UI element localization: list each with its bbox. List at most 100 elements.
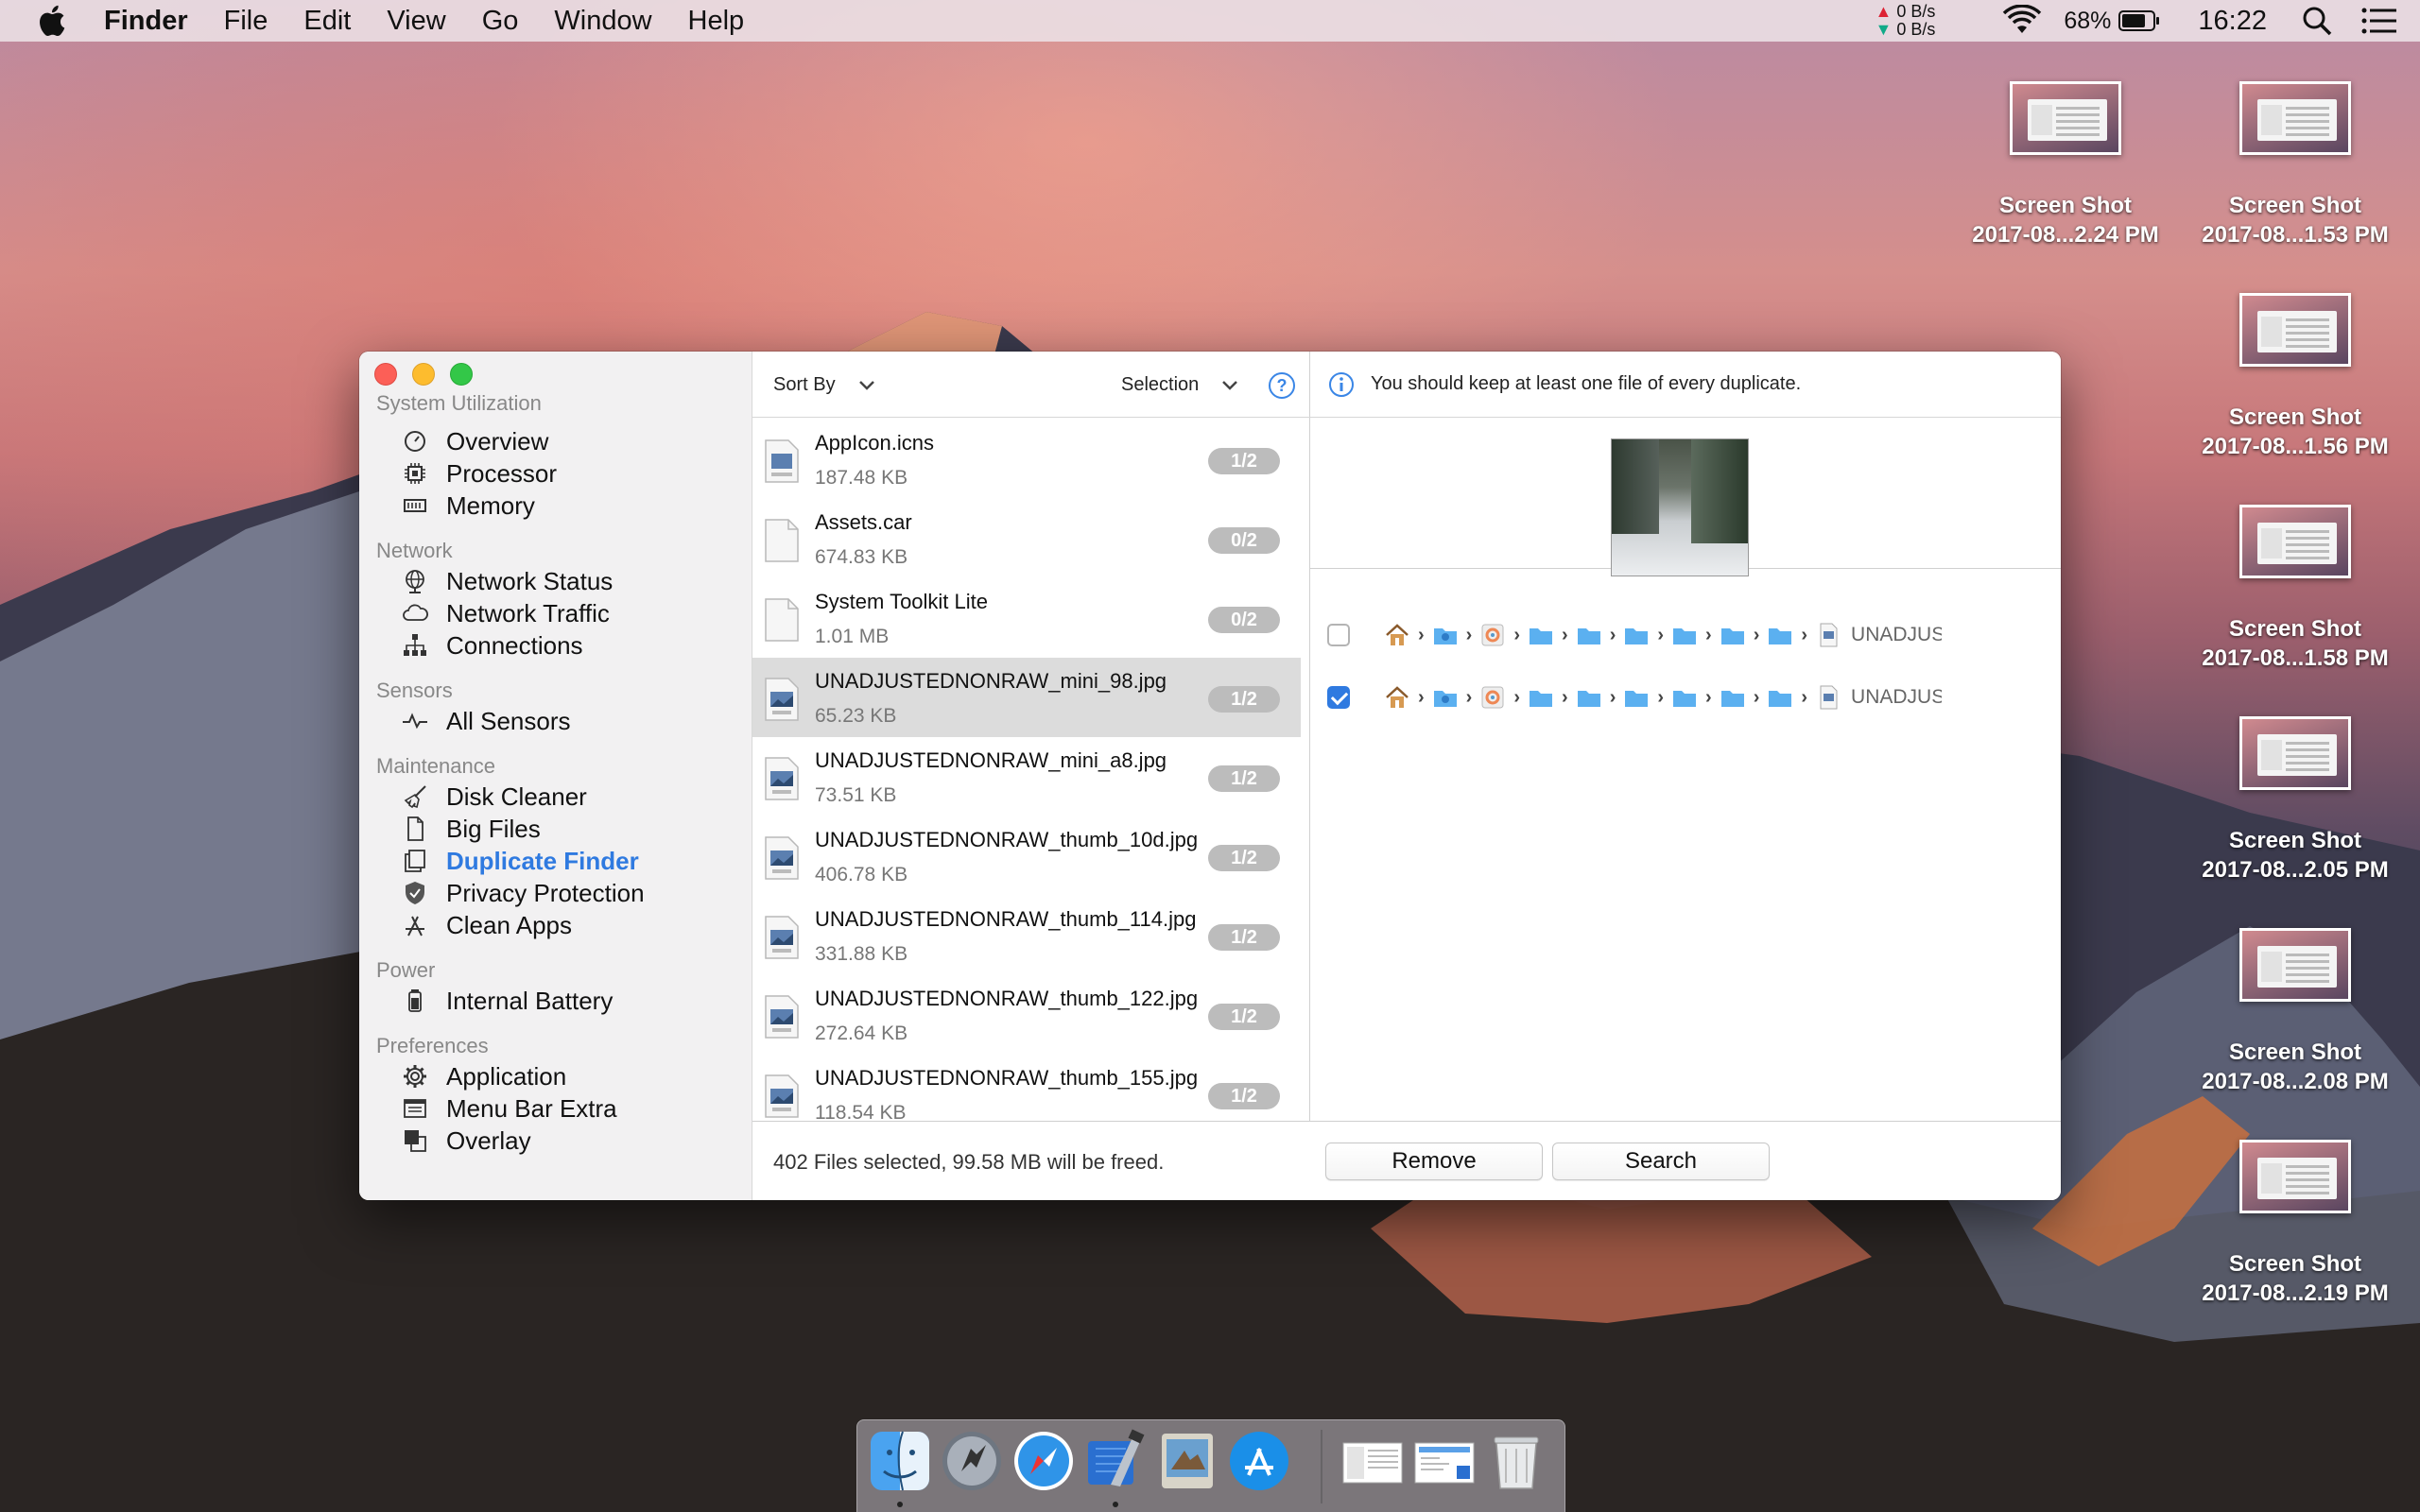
sidebar-item-label: Application (446, 1061, 567, 1091)
desktop-file-screenshot-1[interactable]: Screen Shot 2017-08...2.24 PM (1943, 81, 2188, 249)
list-item[interactable]: Assets.car 674.83 KB 0/2 (752, 499, 1301, 578)
menu-file[interactable]: File (224, 6, 268, 37)
search-button[interactable]: Search (1552, 1143, 1770, 1180)
xcode-icon[interactable] (1082, 1428, 1149, 1494)
keep-file-checkbox[interactable] (1327, 624, 1350, 646)
sort-by-dropdown[interactable]: Sort By (773, 374, 875, 396)
file-name: UNADJUSTEDNONRAW_thumb_155.jpg (815, 1066, 1199, 1090)
notification-center-icon[interactable] (2361, 7, 2397, 35)
sidebar-item-network-status[interactable]: Network Status (401, 565, 613, 597)
sidebar-item-label: Privacy Protection (446, 878, 645, 907)
battery-icon[interactable] (2118, 9, 2160, 32)
photos-library-icon (1481, 624, 1504, 646)
desktop-file-label: Screen Shot (2228, 1040, 2362, 1065)
broom-icon (404, 785, 426, 809)
spotlight-search-icon[interactable] (2301, 5, 2333, 37)
keep-file-checkbox[interactable] (1327, 686, 1350, 709)
path-separator-icon: › (1465, 686, 1473, 708)
sidebar-item-clean-apps[interactable]: Clean Apps (401, 909, 572, 941)
list-item[interactable]: UNADJUSTEDNONRAW_thumb_114.jpg 331.88 KB… (752, 896, 1301, 975)
path-separator-icon: › (1513, 624, 1521, 645)
desktop-file-screenshot-2[interactable]: Screen Shot 2017-08...1.53 PM (2172, 81, 2418, 249)
sidebar-item-connections[interactable]: Connections (401, 629, 583, 662)
menu-edit[interactable]: Edit (303, 6, 351, 37)
home-folder-icon (1386, 686, 1409, 708)
selection-dropdown[interactable]: Selection (1121, 374, 1238, 396)
sidebar-item-network-traffic[interactable]: Network Traffic (401, 597, 610, 629)
desktop-file-screenshot-6[interactable]: Screen Shot 2017-08...2.08 PM (2172, 928, 2418, 1096)
desktop-file-label: Screen Shot (2228, 193, 2362, 218)
path-file-name: UNADJUSTEDNONRAW_mini_98.jpg (1851, 686, 1943, 708)
menu-app-finder[interactable]: Finder (104, 6, 188, 37)
sidebar-item-overview[interactable]: Overview (401, 425, 548, 457)
desktop-file-screenshot-7[interactable]: Screen Shot 2017-08...2.19 PM (2172, 1140, 2418, 1308)
path-separator-icon: › (1609, 686, 1616, 708)
desktop-file-label: Screen Shot (2228, 616, 2362, 642)
finder-icon[interactable] (867, 1428, 933, 1494)
duplicate-icon (405, 850, 425, 872)
duplicate-detail-pane: You should keep at least one file of eve… (1310, 352, 2061, 1121)
file-name: System Toolkit Lite (815, 590, 989, 613)
battery-percent[interactable]: 68% (2064, 8, 2111, 35)
file-name: UNADJUSTEDNONRAW_mini_a8.jpg (815, 748, 1167, 772)
sidebar-section-sensors: Sensors (376, 679, 453, 702)
sidebar-item-duplicate-finder[interactable]: Duplicate Finder (401, 845, 639, 877)
sidebar-item-disk-cleaner[interactable]: Disk Cleaner (401, 781, 587, 813)
list-item[interactable]: System Toolkit Lite 1.01 MB 0/2 (752, 578, 1301, 658)
folder-icon (1625, 691, 1649, 707)
launchpad-icon[interactable] (939, 1428, 1005, 1494)
duplicate-count-badge: 1/2 (1208, 1083, 1280, 1109)
sidebar-item-all-sensors[interactable]: All Sensors (401, 705, 571, 737)
wifi-icon[interactable] (2001, 5, 2043, 37)
minimize-window-button[interactable] (412, 363, 435, 386)
desktop-file-label: 2017-08...1.58 PM (2202, 645, 2389, 671)
network-speed-indicator[interactable]: ▲ 0 B/s ▼ 0 B/s (1876, 3, 1936, 39)
menu-view[interactable]: View (387, 6, 445, 37)
help-button[interactable]: ? (1269, 372, 1295, 399)
upload-arrow-icon: ▲ (1875, 2, 1893, 21)
apple-icon[interactable] (36, 3, 72, 39)
list-item[interactable]: UNADJUSTEDNONRAW_thumb_122.jpg 272.64 KB… (752, 975, 1301, 1055)
sidebar-item-memory[interactable]: Memory (401, 490, 535, 522)
menu-help[interactable]: Help (688, 6, 745, 37)
folder-icon (1720, 628, 1744, 644)
trash-icon[interactable] (1483, 1428, 1549, 1494)
folder-icon (1673, 628, 1697, 644)
safari-icon[interactable] (1011, 1428, 1077, 1494)
downloads-stack-icon[interactable] (1411, 1428, 1478, 1494)
desktop-file-screenshot-5[interactable]: Screen Shot 2017-08...2.05 PM (2172, 716, 2418, 885)
sidebar-item-privacy-protection[interactable]: Privacy Protection (401, 877, 645, 909)
sidebar-item-internal-battery[interactable]: Internal Battery (401, 985, 613, 1017)
memory-icon (404, 499, 426, 512)
list-item[interactable]: UNADJUSTEDNONRAW_mini_a8.jpg 73.51 KB 1/… (752, 737, 1301, 816)
folder-icon (1625, 628, 1649, 644)
sidebar-item-processor[interactable]: Processor (401, 457, 557, 490)
preview-app-icon[interactable] (1154, 1428, 1220, 1494)
list-item[interactable]: UNADJUSTEDNONRAW_mini_98.jpg 65.23 KB 1/… (752, 658, 1301, 737)
app-store-icon[interactable] (1226, 1428, 1292, 1494)
info-icon (1329, 371, 1354, 397)
sidebar-item-big-files[interactable]: Big Files (401, 813, 541, 845)
duplicate-count-badge: 1/2 (1208, 845, 1280, 871)
menubar-icon (404, 1099, 426, 1118)
desktop-file-screenshot-4[interactable]: Screen Shot 2017-08...1.58 PM (2172, 505, 2418, 673)
sidebar-item-application[interactable]: Application (401, 1060, 566, 1092)
sidebar-item-menu-bar-extra[interactable]: Menu Bar Extra (401, 1092, 617, 1125)
file-size: 118.54 KB (815, 1102, 907, 1121)
sidebar-item-label: Menu Bar Extra (446, 1093, 617, 1123)
close-window-button[interactable] (374, 363, 397, 386)
path-separator-icon: › (1513, 686, 1521, 708)
menu-clock[interactable]: 16:22 (2198, 6, 2267, 37)
list-item[interactable]: UNADJUSTEDNONRAW_thumb_155.jpg 118.54 KB… (752, 1055, 1301, 1121)
list-item[interactable]: UNADJUSTEDNONRAW_thumb_10d.jpg 406.78 KB… (752, 816, 1301, 896)
chevron-down-icon (858, 380, 874, 390)
menu-go[interactable]: Go (482, 6, 519, 37)
desktop-file-screenshot-3[interactable]: Screen Shot 2017-08...1.56 PM (2172, 293, 2418, 461)
menu-window[interactable]: Window (554, 6, 651, 37)
remove-button[interactable]: Remove (1325, 1143, 1543, 1180)
list-item[interactable]: AppIcon.icns 187.48 KB 1/2 (752, 420, 1301, 499)
zoom-window-button[interactable] (450, 363, 473, 386)
screenshot-stack-icon[interactable] (1340, 1428, 1406, 1494)
dock-divider (1321, 1430, 1322, 1503)
sidebar-item-overlay[interactable]: Overlay (401, 1125, 531, 1157)
